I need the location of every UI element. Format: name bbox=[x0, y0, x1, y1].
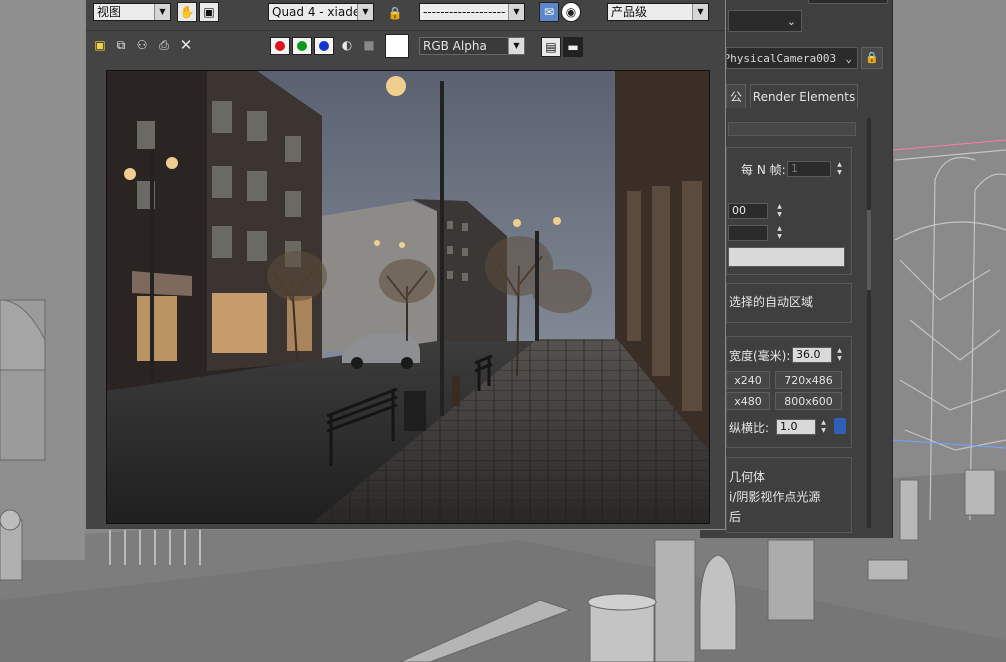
tab-common[interactable]: 公 bbox=[726, 84, 746, 108]
aperture-width-label: 宽度(毫米): bbox=[729, 349, 791, 363]
copy-image-icon[interactable]: ⧉ bbox=[111, 36, 131, 56]
street-scene-render bbox=[107, 71, 709, 523]
rendered-image[interactable] bbox=[106, 70, 710, 524]
option-geometry[interactable]: 几何体 bbox=[729, 468, 765, 485]
preset-button-3[interactable]: x480 bbox=[726, 392, 770, 410]
dropdown-arrow-icon: ▼ bbox=[692, 4, 708, 20]
range-start-spinner[interactable]: ▲ ▼ bbox=[774, 203, 785, 219]
aperture-width-spinner[interactable]: ▲ ▼ bbox=[834, 347, 845, 363]
dropdown-arrow-icon: ▼ bbox=[508, 38, 524, 54]
clear-icon[interactable]: ✕ bbox=[176, 36, 196, 56]
dropdown-arrow-icon: ▼ bbox=[508, 4, 524, 20]
dropdown-arrow-icon: ▼ bbox=[154, 4, 170, 20]
print-image-icon[interactable]: ⎙ bbox=[154, 36, 174, 56]
green-channel-icon bbox=[297, 41, 307, 51]
range-start-input[interactable]: 00 bbox=[728, 203, 768, 219]
render-setup-icon[interactable]: ✉ bbox=[539, 2, 559, 22]
every-n-input[interactable]: 1 bbox=[787, 161, 831, 177]
camera-select[interactable]: VRayPhysicalCamera003 ⌄ bbox=[726, 47, 858, 69]
panel-scrollbar-track[interactable] bbox=[867, 118, 871, 528]
every-n-label: 每 N 帧: bbox=[741, 163, 786, 177]
green-channel-button[interactable] bbox=[292, 37, 312, 55]
top-dropdown[interactable]: ⌄ bbox=[728, 10, 802, 32]
range-end-spinner[interactable]: ▲ ▼ bbox=[774, 225, 785, 241]
chevron-down-icon: ⌄ bbox=[786, 15, 796, 28]
top-right-button[interactable] bbox=[808, 0, 888, 4]
red-channel-icon bbox=[275, 41, 285, 51]
rendered-frame-window: 视图 ▼ ✋ ▣ Quad 4 - xiadele_ ▼ 🔒 ---------… bbox=[85, 0, 726, 530]
lock-viewport-icon[interactable]: 🔒 bbox=[385, 4, 405, 24]
blue-channel-button[interactable] bbox=[314, 37, 334, 55]
monochrome-icon[interactable]: ◐ bbox=[337, 36, 357, 56]
aspect-lock-icon[interactable] bbox=[834, 418, 846, 434]
range-end-input[interactable] bbox=[728, 225, 768, 241]
save-image-icon[interactable]: ▣ bbox=[90, 36, 110, 56]
render-mode-select[interactable]: 产品级 ▼ bbox=[607, 3, 709, 21]
aperture-width-input[interactable]: 36.0 bbox=[792, 347, 832, 363]
chevron-down-icon: ⌄ bbox=[845, 52, 852, 65]
aspect-spinner[interactable]: ▲ ▼ bbox=[818, 419, 829, 435]
blue-channel-icon bbox=[319, 41, 329, 51]
preset-button-1[interactable]: x240 bbox=[726, 371, 770, 389]
area-to-render-select[interactable]: 视图 ▼ bbox=[93, 3, 171, 21]
channel-display-select[interactable]: RGB Alpha ▼ bbox=[419, 37, 525, 55]
every-n-spinner[interactable]: ▲ ▼ bbox=[834, 161, 845, 177]
clone-window-icon[interactable]: ⚇ bbox=[132, 36, 152, 56]
edit-region-icon[interactable]: ✋ bbox=[177, 2, 197, 22]
preset-button-2[interactable]: 720x486 bbox=[775, 371, 842, 389]
color-swatch[interactable] bbox=[385, 34, 409, 58]
lock-view-button[interactable]: 🔒 bbox=[861, 47, 883, 69]
auto-region-icon[interactable]: ▣ bbox=[199, 2, 219, 22]
aspect-label: 纵横比: bbox=[729, 421, 770, 435]
rollout-header[interactable] bbox=[728, 122, 856, 136]
preset-button-4[interactable]: 800x600 bbox=[775, 392, 842, 410]
viewport-select[interactable]: Quad 4 - xiadele_ ▼ bbox=[268, 3, 374, 21]
dropdown-arrow-icon: ▼ bbox=[357, 4, 373, 20]
aspect-input[interactable]: 1.0 bbox=[776, 419, 816, 435]
toggle-ui-icon[interactable]: ▬ bbox=[563, 37, 583, 57]
alpha-icon[interactable]: ■ bbox=[359, 36, 379, 56]
option-area-lights[interactable]: i/阴影视作点光源 bbox=[729, 488, 820, 505]
render-preset-select[interactable]: ------------------- ▼ bbox=[419, 3, 525, 21]
toggle-ui-overlay-icon[interactable]: ▤ bbox=[541, 37, 561, 57]
panel-scrollbar-thumb[interactable] bbox=[867, 210, 871, 290]
lock-icon: 🔒 bbox=[865, 51, 879, 64]
file-number-field[interactable] bbox=[728, 247, 845, 267]
option-partial[interactable]: 后 bbox=[729, 508, 741, 525]
environment-icon[interactable]: ◉ bbox=[561, 2, 581, 22]
frame-toolbar-top: 视图 ▼ ✋ ▣ Quad 4 - xiadele_ ▼ 🔒 ---------… bbox=[86, 0, 725, 31]
auto-region-label: 选择的自动区域 bbox=[729, 295, 814, 309]
tab-render-elements[interactable]: Render Elements bbox=[750, 84, 858, 108]
red-channel-button[interactable] bbox=[270, 37, 290, 55]
